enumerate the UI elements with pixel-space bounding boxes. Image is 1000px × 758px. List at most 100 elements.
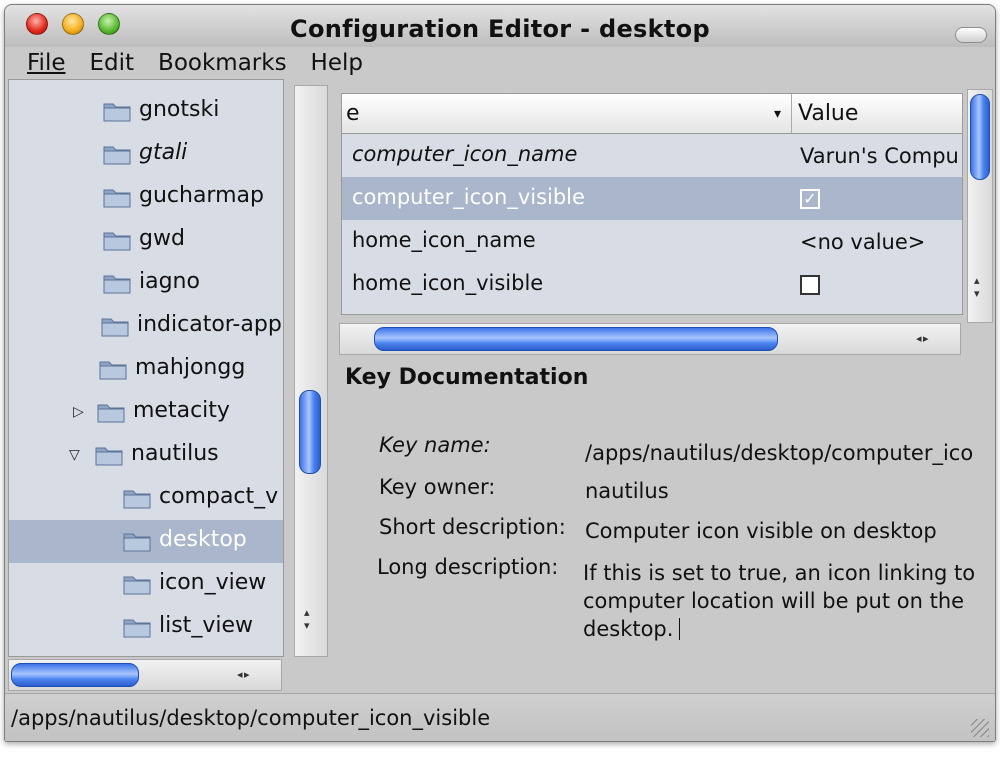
tree-horizontal-scroll-thumb[interactable] (11, 663, 139, 687)
list-hscroll-arrows[interactable]: ◂ ▸ (916, 332, 929, 345)
menu-bookmarks-label: Bookmarks (158, 50, 287, 76)
tree-item-label: mahjongg (135, 355, 246, 380)
table-row[interactable]: computer_icon_visible ✓ (342, 177, 962, 220)
short-description-value: Computer icon visible on desktop (585, 519, 937, 543)
key-documentation-heading: Key Documentation (345, 365, 589, 390)
key-name-label: Key name: (379, 433, 491, 457)
title-bar[interactable]: Configuration Editor - desktop (5, 5, 995, 47)
key-name-cell: computer_icon_name (352, 142, 578, 166)
column-header-value[interactable]: Value (792, 94, 962, 134)
resize-grip-icon[interactable] (971, 719, 989, 737)
table-row[interactable]: home_icon_visible (342, 263, 962, 306)
key-name-cell: computer_icon_visible (352, 185, 585, 209)
tree-item-label: gwd (139, 226, 185, 251)
list-horizontal-scroll-thumb[interactable] (374, 327, 778, 351)
tree-item-label: indicator-appl (137, 312, 284, 337)
list-vertical-scroll-thumb[interactable] (970, 94, 990, 180)
tree-item[interactable]: ▽ nautilus (9, 434, 283, 477)
menu-bar: File Edit Bookmarks Help (5, 47, 995, 79)
column-header-name[interactable]: e ▾ (342, 94, 792, 134)
column-header-name-label: e (346, 101, 360, 126)
directory-tree[interactable]: gnotski gtali gucharmap gwd iagno indicator-a… (8, 79, 284, 657)
folder-icon (123, 531, 151, 552)
menu-edit[interactable]: Edit (78, 47, 147, 79)
key-owner-value: nautilus (585, 479, 669, 503)
folder-icon (101, 316, 129, 337)
tree-item-label: gnotski (139, 97, 220, 122)
long-description-value: If this is set to true, an icon linking … (583, 561, 976, 641)
folder-icon (123, 617, 151, 638)
status-key-path: /apps/nautilus/desktop/computer_icon_vis… (11, 706, 491, 730)
tree-item-label: list_view (159, 613, 253, 638)
tree-item-label: desktop (159, 527, 247, 552)
expand-arrow-icon[interactable]: ▷ (73, 404, 84, 420)
folder-icon (123, 488, 151, 509)
menu-file-label: File (27, 50, 66, 76)
tree-scroll-arrows[interactable]: ▴ ▾ (304, 606, 309, 632)
tree-item[interactable]: desktop (9, 520, 283, 563)
tree-item-label: icon_view (159, 570, 267, 595)
tree-item[interactable]: gwd (9, 219, 283, 262)
list-scroll-arrows[interactable]: ▴ ▾ (974, 274, 979, 300)
folder-icon (123, 574, 151, 595)
tree-item-label: gtali (139, 140, 188, 165)
key-list-table[interactable]: e ▾ Value computer_icon_name Varun's Comp… (341, 93, 963, 315)
tree-item[interactable]: iagno (9, 262, 283, 305)
tree-item-label: iagno (139, 269, 200, 294)
table-row[interactable]: computer_icon_name Varun's Compu (342, 134, 962, 177)
tree-item[interactable]: list_view (9, 606, 283, 649)
menu-file[interactable]: File (5, 47, 78, 79)
tree-vertical-scroll-thumb[interactable] (299, 390, 321, 474)
tree-item[interactable]: mahjongg (9, 348, 283, 391)
menu-bookmarks[interactable]: Bookmarks (146, 47, 299, 79)
menu-help[interactable]: Help (299, 47, 375, 79)
folder-icon (95, 445, 123, 466)
key-owner-label: Key owner: (379, 475, 496, 499)
tree-vertical-scrollbar[interactable]: ▴ ▾ (294, 85, 328, 657)
sort-chevron-down-icon: ▾ (773, 106, 781, 122)
key-value-cell[interactable]: <no value> (800, 230, 925, 254)
tree-item[interactable]: gtali (9, 133, 283, 176)
tree-horizontal-scrollbar[interactable]: ◂ ▸ (8, 659, 282, 691)
folder-icon (103, 230, 131, 251)
window-title: Configuration Editor - desktop (290, 15, 710, 43)
table-row-partial[interactable] (342, 306, 962, 314)
key-name-cell: home_icon_name (352, 228, 536, 252)
menu-edit-label: Edit (89, 50, 135, 76)
tree-item[interactable]: gnotski (9, 90, 283, 133)
key-value-cell[interactable]: Varun's Compu (800, 144, 959, 168)
tree-hscroll-arrows[interactable]: ◂ ▸ (237, 668, 250, 681)
tree-item-label: nautilus (131, 441, 219, 466)
text-cursor (679, 618, 681, 640)
key-name-value: /apps/nautilus/desktop/computer_ico (585, 441, 974, 465)
long-description-text[interactable]: If this is set to true, an icon linking … (583, 559, 995, 643)
folder-icon (103, 144, 131, 165)
key-name-cell: home_icon_visible (352, 271, 544, 295)
toolbar-toggle-button[interactable] (955, 27, 987, 43)
column-header-value-label: Value (798, 101, 859, 126)
tree-item[interactable]: ▷ metacity (9, 391, 283, 434)
folder-icon (103, 187, 131, 208)
list-horizontal-scrollbar[interactable]: ◂ ▸ (339, 323, 961, 355)
tree-item[interactable]: icon_view (9, 563, 283, 606)
tree-item-label: gucharmap (139, 183, 264, 208)
configuration-editor-window: Configuration Editor - desktop File Edit… (4, 4, 996, 742)
folder-icon (103, 273, 131, 294)
tree-item[interactable]: gucharmap (9, 176, 283, 219)
tree-item-label: metacity (133, 398, 230, 423)
checkbox-checked[interactable]: ✓ (800, 189, 820, 209)
folder-icon (97, 402, 125, 423)
folder-icon (103, 101, 131, 122)
status-bar: /apps/nautilus/desktop/computer_icon_vis… (5, 693, 995, 741)
collapse-arrow-icon[interactable]: ▽ (69, 447, 80, 463)
tree-item[interactable]: compact_v (9, 477, 283, 520)
list-vertical-scrollbar[interactable]: ▴ ▾ (967, 89, 993, 323)
tree-item[interactable]: indicator-appl (9, 305, 283, 348)
short-description-label: Short description: (379, 515, 566, 539)
menu-help-label: Help (310, 50, 363, 76)
long-description-label: Long description: (377, 555, 559, 579)
folder-icon (99, 359, 127, 380)
table-row[interactable]: home_icon_name <no value> (342, 220, 962, 263)
tree-item-label: compact_v (159, 484, 279, 509)
checkbox-unchecked[interactable] (800, 275, 820, 295)
